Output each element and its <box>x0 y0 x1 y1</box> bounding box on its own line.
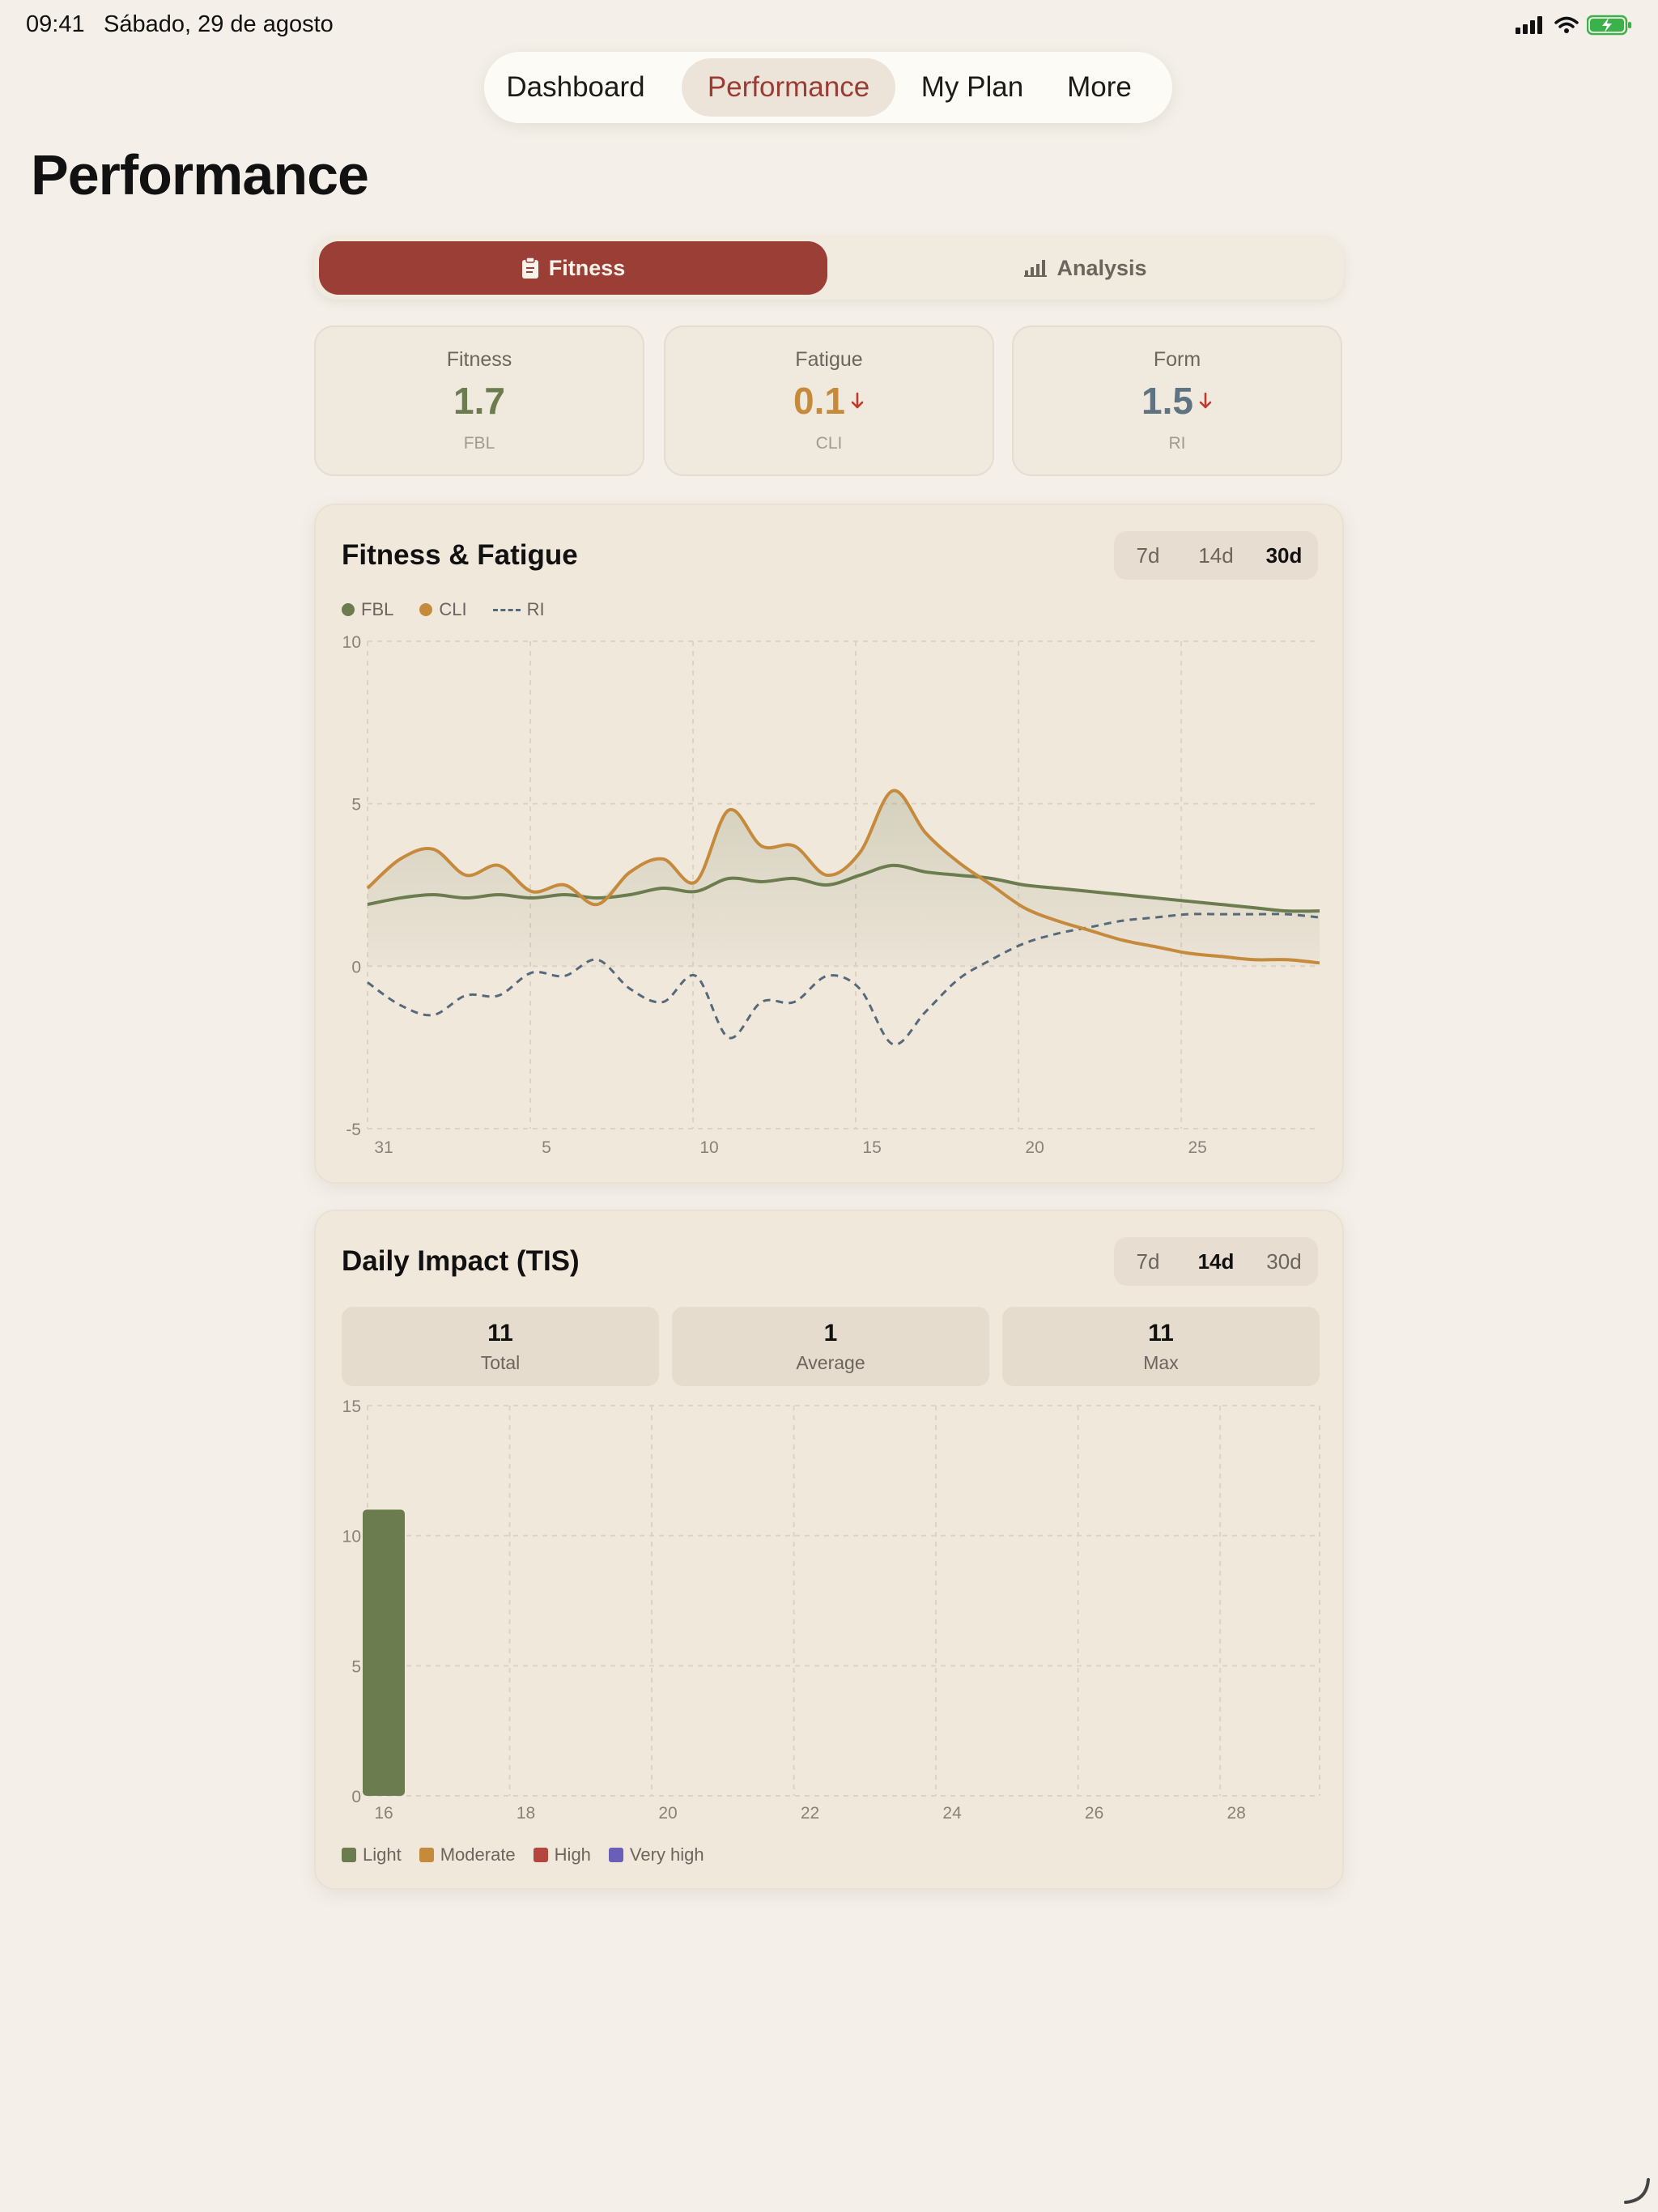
legend-light: Light <box>342 1844 402 1865</box>
daily-impact-card: Daily Impact (TIS) 7d 14d 30d 11 Total 1… <box>314 1210 1344 1890</box>
x-tick-label: 24 <box>942 1804 962 1823</box>
fitness-fatigue-chart: -5 0 5 10 31 5 10 15 20 25 <box>342 633 1320 1157</box>
metric-code: RI <box>1168 434 1186 453</box>
metric-label: Fatigue <box>795 348 863 371</box>
y-tick-label: 5 <box>351 796 361 815</box>
metric-label: Fitness <box>446 348 512 371</box>
legend-label: Light <box>363 1844 402 1865</box>
metric-code: FBL <box>463 434 495 453</box>
segmented-control: Fitness Analysis <box>314 236 1344 300</box>
battery-charging-icon <box>1587 15 1631 36</box>
legend-swatch <box>608 1848 623 1862</box>
legend-swatch <box>342 1848 356 1862</box>
x-tick-label: 25 <box>1188 1138 1206 1157</box>
legend-moderate: Moderate <box>419 1844 516 1865</box>
legend-label: Very high <box>629 1844 704 1865</box>
daily-impact-chart: 0 5 10 15 16 18 20 22 24 26 28 <box>342 1397 1320 1823</box>
bar-light <box>363 1509 405 1796</box>
legend-high: High <box>533 1844 591 1865</box>
x-tick-label: 31 <box>374 1138 393 1157</box>
arrow-down-icon <box>851 392 864 409</box>
y-tick-label: 5 <box>351 1657 361 1676</box>
y-tick-label: 0 <box>351 958 361 976</box>
legend-swatch <box>533 1848 548 1862</box>
x-tick-label: 22 <box>801 1804 819 1823</box>
status-time: 09:41 <box>26 11 85 37</box>
fitness-area <box>368 790 1320 967</box>
arrow-down-icon <box>1199 392 1212 409</box>
metric-card-fatigue: Fatigue 0.1 CLI <box>664 325 994 476</box>
status-icons <box>1516 15 1632 36</box>
x-tick-label: 18 <box>517 1804 535 1823</box>
x-tick-label: 5 <box>542 1138 551 1157</box>
legend-label: High <box>554 1844 591 1865</box>
x-tick-label: 28 <box>1226 1804 1245 1823</box>
x-tick-label: 26 <box>1085 1804 1103 1823</box>
x-tick-label: 20 <box>1025 1138 1044 1157</box>
legend-swatch <box>419 1848 434 1862</box>
cellular-signal-icon <box>1516 16 1542 34</box>
top-nav: Dashboard Performance My Plan More <box>484 52 1172 123</box>
metric-value-fatigue: 0.1 <box>665 379 993 423</box>
resize-corner-icon <box>1624 2178 1650 2204</box>
fitness-fatigue-card: Fitness & Fatigue 7d 14d 30d FBL CLI RI … <box>314 504 1344 1184</box>
x-tick-label: 16 <box>374 1804 393 1823</box>
metric-card-fitness: Fitness 1.7 FBL <box>314 325 644 476</box>
y-tick-label: -5 <box>346 1121 361 1139</box>
wifi-icon <box>1554 16 1579 33</box>
metric-value-form: 1.5 <box>1014 379 1341 423</box>
metric-code: CLI <box>815 434 843 453</box>
x-tick-label: 20 <box>658 1804 677 1823</box>
y-tick-label: 10 <box>342 633 361 652</box>
y-tick-label: 10 <box>342 1528 361 1546</box>
page-title: Performance <box>31 143 369 206</box>
y-tick-label: 0 <box>351 1788 361 1806</box>
metric-label: Form <box>1153 348 1201 371</box>
bar-chart-icon <box>1024 260 1048 277</box>
y-tick-label: 15 <box>342 1397 361 1416</box>
tab-analysis-label: Analysis <box>1056 255 1147 280</box>
nav-performance[interactable]: Performance <box>682 58 895 117</box>
tab-fitness[interactable]: Fitness <box>319 241 827 295</box>
metric-card-form: Form 1.5 RI <box>1012 325 1342 476</box>
metric-value-fitness: 1.7 <box>316 379 643 423</box>
tab-fitness-label: Fitness <box>548 255 626 280</box>
metric-value: 1.5 <box>1141 380 1193 422</box>
metric-value: 1.7 <box>453 380 505 422</box>
status-date: Sábado, 29 de agosto <box>104 11 334 37</box>
tab-analysis[interactable]: Analysis <box>832 241 1339 295</box>
clipboard-icon <box>521 257 538 279</box>
nav-my-plan[interactable]: My Plan <box>913 58 1031 117</box>
nav-dashboard[interactable]: Dashboard <box>500 58 651 117</box>
x-tick-label: 15 <box>862 1138 881 1157</box>
x-tick-label: 10 <box>699 1138 718 1157</box>
nav-more[interactable]: More <box>1051 58 1148 117</box>
legend-label: Moderate <box>440 1844 516 1865</box>
legend-very-high: Very high <box>608 1844 704 1865</box>
impact-legend: Light Moderate High Very high <box>342 1844 730 1865</box>
metric-value: 0.1 <box>793 380 845 422</box>
